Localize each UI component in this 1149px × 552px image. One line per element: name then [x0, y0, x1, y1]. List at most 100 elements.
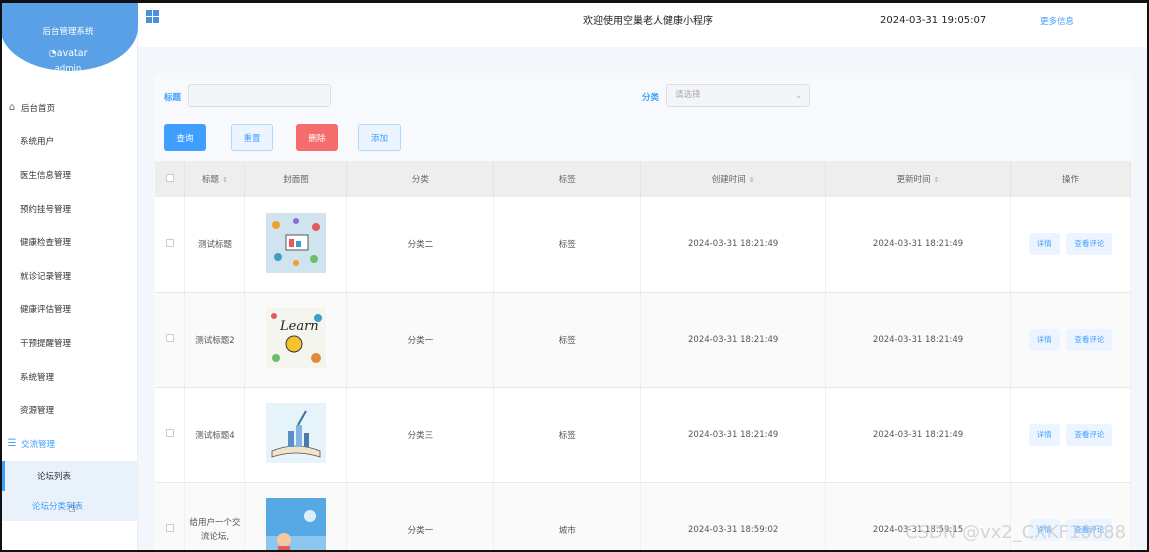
category-select[interactable]: 请选择 ⌄	[666, 84, 810, 107]
row-category: 分类一	[346, 292, 495, 388]
view-comments-button[interactable]: 查看评论	[1066, 233, 1113, 256]
row-category: 分类三	[346, 387, 495, 483]
table-row: 测试标题 分类二 标签 2024-03-31 18:21:49 2024-03-…	[155, 197, 1131, 293]
row-category: 分类一	[346, 482, 495, 550]
brand-header: 后台管理系统 ◔avatar admin	[2, 3, 138, 74]
list-icon: ☰	[7, 438, 17, 450]
row-tag: 标签	[493, 197, 642, 293]
column-header-actions: 操作	[1010, 161, 1131, 197]
table-row: 测试标题2 Learn 分类一 标签 2024-03-31 18:21:49 2…	[155, 292, 1131, 388]
sidebar-item-intervention-reminders[interactable]: 干预提醒管理	[2, 326, 138, 360]
sidebar-item-doctors[interactable]: 医生信息管理	[2, 158, 138, 192]
column-header-category: 分类	[346, 161, 495, 197]
sidebar-item-appointments[interactable]: 预约挂号管理	[2, 192, 138, 226]
cover-image[interactable]	[265, 403, 326, 463]
row-created: 2024-03-31 18:21:49	[640, 292, 827, 388]
column-header-created[interactable]: 创建时间 ⇕	[640, 161, 827, 197]
delete-button[interactable]: 删除	[296, 124, 338, 151]
sidebar-item-communication[interactable]: ☰ 交流管理	[2, 427, 138, 461]
username: admin	[54, 64, 82, 74]
row-created: 2024-03-31 18:59:02	[640, 482, 827, 550]
row-checkbox[interactable]	[165, 238, 174, 247]
row-title: 测试标题2	[184, 292, 246, 388]
avatar[interactable]: ◔avatar	[2, 48, 136, 59]
home-icon: ⌂	[8, 102, 16, 114]
row-created: 2024-03-31 18:21:49	[640, 387, 827, 483]
row-created: 2024-03-31 18:21:49	[640, 197, 827, 293]
row-checkbox[interactable]	[165, 429, 174, 437]
welcome-title: 欢迎使用空巢老人健康小程序	[583, 16, 713, 27]
sidebar-item-label: 干预提醒管理	[20, 338, 72, 349]
reset-button[interactable]: 重置	[231, 124, 273, 151]
row-tag: 城市	[493, 482, 642, 550]
sidebar-item-label: 论坛列表	[37, 471, 72, 482]
sidebar: 后台管理系统 ◔avatar admin ⌂ 后台首页 系统用户 医生信息管理 …	[2, 3, 138, 550]
sidebar-item-system-users[interactable]: 系统用户	[2, 125, 138, 159]
current-datetime: 2024-03-31 19:05:07	[880, 15, 987, 26]
column-header-cover: 封面图	[244, 161, 348, 197]
sidebar-item-label: 后台首页	[21, 103, 56, 114]
sidebar-menu: ⌂ 后台首页 系统用户 医生信息管理 预约挂号管理 健康检查管理 就诊记录管理 …	[2, 91, 138, 521]
detail-button[interactable]: 详情	[1028, 423, 1060, 446]
avatar-alt-text: avatar	[56, 48, 88, 59]
app-window: 后台管理系统 ◔avatar admin ⌂ 后台首页 系统用户 医生信息管理 …	[0, 0, 1149, 552]
title-filter-label: 标题	[164, 93, 182, 103]
watermark: CSDN @vx2_CXKF10088	[905, 522, 1127, 543]
sidebar-item-label: 健康检查管理	[20, 238, 72, 249]
broken-image-icon: ◔	[48, 48, 57, 59]
sidebar-item-system-admin[interactable]: 系统管理	[2, 360, 138, 394]
sidebar-item-health-checks[interactable]: 健康检查管理	[2, 225, 138, 259]
top-bar: 欢迎使用空巢老人健康小程序 2024-03-31 19:05:07 更多信息	[138, 3, 1147, 47]
column-header-updated[interactable]: 更新时间 ⇕	[825, 161, 1011, 197]
sidebar-item-home[interactable]: ⌂ 后台首页	[2, 91, 138, 125]
forum-table: 标题 ⇕ 封面图 分类 标签 创建时间 ⇕ 更新时间 ⇕ 操作 测试标题 分类二…	[155, 161, 1131, 552]
sort-icon[interactable]: ⇕	[222, 176, 228, 184]
row-tag: 标签	[493, 292, 642, 388]
sidebar-item-label: 医生信息管理	[20, 170, 72, 181]
brand-title: 后台管理系统	[42, 27, 94, 37]
sidebar-item-label: 系统管理	[20, 372, 55, 383]
add-button[interactable]: 添加	[358, 124, 401, 151]
query-button[interactable]: 查询	[164, 124, 206, 151]
sidebar-item-visit-records[interactable]: 就诊记录管理	[2, 259, 138, 293]
select-all-cell	[155, 161, 186, 197]
svg-text:Learn: Learn	[279, 319, 319, 334]
sort-icon[interactable]: ⇕	[749, 176, 755, 184]
more-info-link[interactable]: 更多信息	[1040, 15, 1074, 27]
view-comments-button[interactable]: 查看评论	[1066, 328, 1113, 351]
table-header-row: 标题 ⇕ 封面图 分类 标签 创建时间 ⇕ 更新时间 ⇕ 操作	[155, 161, 1131, 197]
hand-cursor-icon: ☝	[68, 501, 76, 516]
title-search-input[interactable]	[188, 84, 331, 107]
cover-image[interactable]	[265, 212, 326, 273]
sidebar-item-label: 预约挂号管理	[20, 204, 72, 215]
sort-icon[interactable]: ⇕	[934, 176, 940, 184]
sidebar-subitem-forum-list[interactable]: 论坛列表	[2, 460, 138, 491]
cover-image[interactable]: Learn	[265, 308, 326, 368]
chevron-down-icon: ⌄	[795, 91, 802, 100]
row-updated: 2024-03-31 18:21:49	[825, 387, 1011, 483]
row-title: 测试标题4	[184, 387, 246, 483]
row-updated: 2024-03-31 18:21:49	[825, 197, 1011, 293]
detail-button[interactable]: 详情	[1028, 328, 1060, 351]
row-checkbox[interactable]	[165, 334, 174, 342]
row-tag: 标签	[493, 387, 642, 483]
column-header-title[interactable]: 标题 ⇕	[184, 161, 246, 197]
row-updated: 2024-03-31 18:21:49	[825, 292, 1011, 388]
sidebar-item-label: 交流管理	[21, 439, 56, 450]
row-checkbox[interactable]	[165, 524, 174, 532]
sidebar-item-label: 系统用户	[20, 137, 55, 148]
sidebar-item-label: 资源管理	[20, 406, 55, 417]
select-all-checkbox[interactable]	[165, 173, 174, 182]
sidebar-item-label: 就诊记录管理	[20, 271, 72, 282]
row-title: 给用户一个交流论坛,	[189, 517, 241, 542]
sidebar-item-resources[interactable]: 资源管理	[2, 393, 138, 427]
category-filter-label: 分类	[642, 93, 660, 103]
row-category: 分类二	[346, 197, 495, 293]
cover-image[interactable]	[265, 498, 326, 552]
detail-button[interactable]: 详情	[1028, 233, 1060, 256]
category-placeholder: 请选择	[675, 90, 701, 100]
sidebar-item-label: 健康评估管理	[20, 305, 72, 316]
view-comments-button[interactable]: 查看评论	[1066, 423, 1113, 446]
menu-toggle-icon[interactable]	[146, 10, 159, 23]
sidebar-item-health-assessment[interactable]: 健康评估管理	[2, 293, 138, 327]
